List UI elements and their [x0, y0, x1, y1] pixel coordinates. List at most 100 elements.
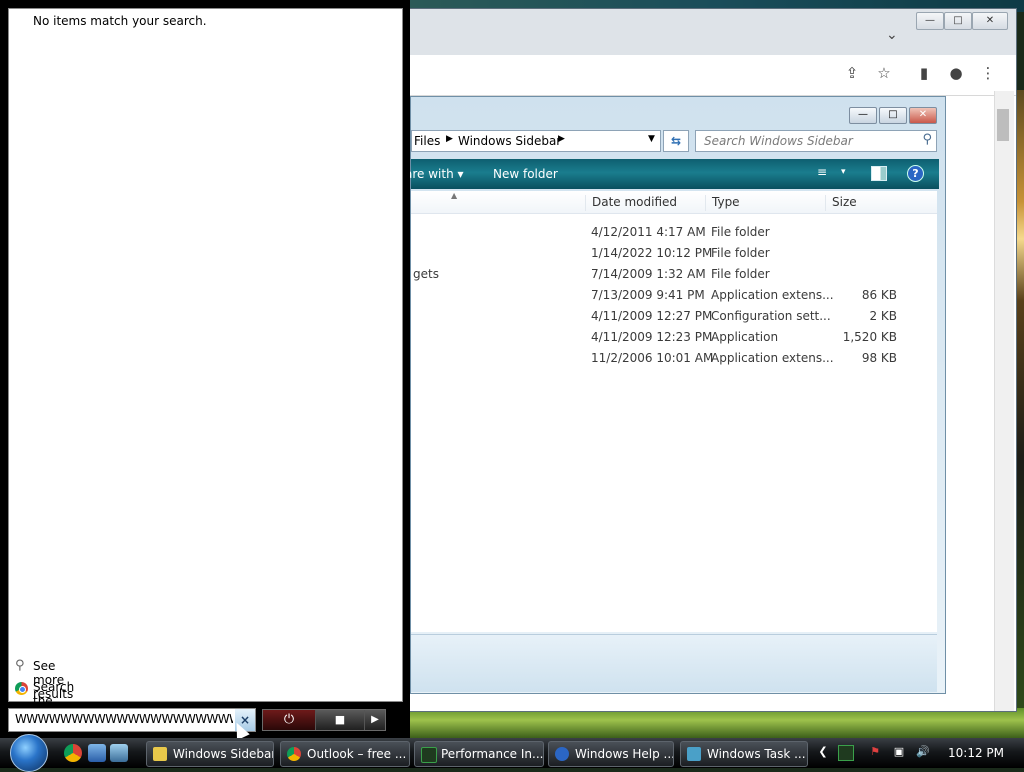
network-icon[interactable]: ▣	[892, 745, 906, 759]
switch-windows-icon[interactable]	[110, 744, 128, 762]
chrome-icon	[287, 747, 301, 761]
task-manager-icon	[687, 747, 701, 761]
table-row[interactable]: 7/13/2009 9:41 PM Application extens... …	[411, 286, 937, 307]
start-menu: No items match your search. ⚲ See more r…	[0, 0, 410, 740]
table-row[interactable]: gets 7/14/2009 1:32 AM File folder	[411, 265, 937, 286]
table-row[interactable]: 4/11/2009 12:27 PM Configuration sett...…	[411, 307, 937, 328]
system-tray: ❮ ⚑ ▣ 🔊 10:12 PM	[808, 738, 1024, 768]
volume-icon[interactable]: 🔊	[916, 745, 930, 759]
column-date-modified[interactable]: Date modified	[585, 195, 704, 211]
taskbar-item-label: Windows Help ...	[575, 747, 674, 761]
chrome-close-button[interactable]: ✕	[972, 12, 1008, 30]
file-size: 98 KB	[861, 351, 897, 365]
breadcrumb-separator-icon[interactable]: ▶	[446, 134, 453, 144]
file-size: 86 KB	[861, 288, 897, 302]
share-icon[interactable]: ⇪	[840, 61, 864, 85]
file-type: Configuration sett...	[711, 309, 831, 323]
file-date: 7/14/2009 1:32 AM	[591, 267, 706, 281]
file-date: 1/14/2022 10:12 PM	[591, 246, 713, 260]
address-bar[interactable]: Files ▶ Windows Sidebar ▶ ▼	[411, 130, 661, 152]
file-date: 4/11/2009 12:23 PM	[591, 330, 713, 344]
chrome-title-bar: — □ ✕ ⌄	[406, 9, 1016, 55]
show-desktop-icon[interactable]	[88, 744, 106, 762]
command-bar: are with ▾ New folder ≡ ▾ ?	[405, 159, 939, 189]
help-icon[interactable]: ?	[907, 165, 924, 182]
start-button[interactable]	[10, 734, 48, 772]
search-results-panel: No items match your search. ⚲ See more r…	[8, 8, 403, 722]
explorer-maximize-button[interactable]: □	[879, 107, 907, 124]
search-icon[interactable]: ⚲	[922, 132, 932, 147]
folder-icon	[153, 747, 167, 761]
file-type: File folder	[711, 225, 770, 239]
table-row[interactable]: 1/14/2022 10:12 PM File folder	[411, 244, 937, 265]
clock[interactable]: 10:12 PM	[948, 746, 1004, 760]
explorer-window: — □ ✕ Files ▶ Windows Sidebar ▶ ▼ ⇆ Sear…	[405, 96, 946, 694]
start-search-input[interactable]: WWWWWWWWWWWWWWWWWWWWWWWW ×	[8, 708, 256, 732]
tab-search-chevron-icon[interactable]: ⌄	[886, 27, 898, 43]
taskbar-item-outlook[interactable]: Outlook – free ...	[280, 741, 410, 767]
explorer-search-input[interactable]: Search Windows Sidebar ⚲	[695, 130, 937, 152]
sort-arrow-icon: ▲	[451, 191, 458, 200]
show-hidden-icons-chevron-icon[interactable]: ❮	[816, 745, 830, 759]
file-date: 4/11/2009 12:27 PM	[591, 309, 713, 323]
taskbar-item-performance[interactable]: Performance In...	[414, 741, 544, 767]
table-row[interactable]: 4/12/2011 4:17 AM File folder	[411, 223, 937, 244]
share-with-button[interactable]: are with ▾	[405, 167, 464, 181]
performance-tray-icon[interactable]	[838, 745, 854, 761]
file-date: 7/13/2009 9:41 PM	[591, 288, 705, 302]
preview-pane-icon[interactable]	[871, 166, 887, 181]
taskbar-item-windows-sidebar[interactable]: Windows Sidebar	[146, 741, 274, 767]
column-size[interactable]: Size	[825, 195, 904, 211]
file-type: File folder	[711, 267, 770, 281]
taskbar-item-task-manager[interactable]: Windows Task ...	[680, 741, 808, 767]
power-buttons: ⏻ ■ ▶	[262, 709, 386, 731]
explorer-close-button[interactable]: ✕	[909, 107, 937, 124]
address-dropdown-icon[interactable]: ▼	[648, 134, 655, 144]
taskbar-item-label: Outlook – free ...	[307, 747, 407, 761]
search-placeholder: Search Windows Sidebar	[704, 134, 853, 148]
action-center-flag-icon[interactable]: ⚑	[868, 745, 882, 759]
explorer-minimize-button[interactable]: —	[849, 107, 877, 124]
chrome-maximize-button[interactable]: □	[944, 12, 972, 30]
taskbar: Windows Sidebar Outlook – free ... Perfo…	[0, 734, 1024, 772]
chrome-quicklaunch-icon[interactable]	[64, 744, 82, 762]
menu-icon[interactable]: ⋮	[976, 61, 1000, 85]
views-dropdown-icon[interactable]: ▾	[841, 167, 846, 177]
shutdown-options-arrow-icon[interactable]: ▶	[365, 710, 385, 730]
details-pane	[411, 634, 937, 692]
breadcrumb-windows-sidebar[interactable]: Windows Sidebar	[458, 134, 561, 148]
taskbar-item-windows-help[interactable]: Windows Help ...	[548, 741, 674, 767]
star-icon[interactable]: ☆	[872, 61, 896, 85]
chrome-scrollbar[interactable]	[994, 91, 1014, 711]
breadcrumb-separator-icon[interactable]: ▶	[558, 134, 565, 144]
file-date: 4/12/2011 4:17 AM	[591, 225, 706, 239]
search-icon: ⚲	[15, 658, 25, 673]
new-folder-button[interactable]: New folder	[493, 167, 558, 181]
lock-icon[interactable]: ■	[316, 710, 365, 730]
file-list: ▲ Date modified Type Size 4/12/2011 4:17…	[411, 191, 937, 632]
file-type: Application	[711, 330, 779, 344]
column-header: ▲ Date modified Type Size	[411, 191, 937, 214]
chrome-scrollbar-thumb[interactable]	[997, 109, 1009, 141]
taskbar-item-label: Performance In...	[441, 747, 544, 761]
taskbar-item-label: Windows Sidebar	[173, 747, 274, 761]
file-size: 1,520 KB	[842, 330, 897, 344]
table-row[interactable]: 4/11/2009 12:23 PM Application 1,520 KB	[411, 328, 937, 349]
file-date: 11/2/2006 10:01 AM	[591, 351, 714, 365]
views-icon[interactable]: ≡	[817, 165, 827, 179]
breadcrumb-files[interactable]: Files	[414, 134, 440, 148]
file-name: gets	[413, 267, 439, 281]
refresh-button[interactable]: ⇆	[663, 130, 689, 152]
chrome-minimize-button[interactable]: —	[916, 12, 944, 30]
column-type[interactable]: Type	[705, 195, 824, 211]
file-type: File folder	[711, 246, 770, 260]
performance-icon	[421, 747, 437, 763]
side-panel-icon[interactable]: ▮	[912, 61, 936, 85]
table-row[interactable]: 11/2/2006 10:01 AM Application extens...…	[411, 349, 937, 370]
taskbar-item-label: Windows Task ...	[707, 747, 806, 761]
profile-icon[interactable]: ●	[944, 61, 968, 85]
help-icon	[555, 747, 569, 761]
start-search-value: WWWWWWWWWWWWWWWWWWWWWWWW	[15, 712, 233, 726]
file-size: 2 KB	[869, 309, 897, 323]
power-icon[interactable]: ⏻	[263, 710, 316, 730]
